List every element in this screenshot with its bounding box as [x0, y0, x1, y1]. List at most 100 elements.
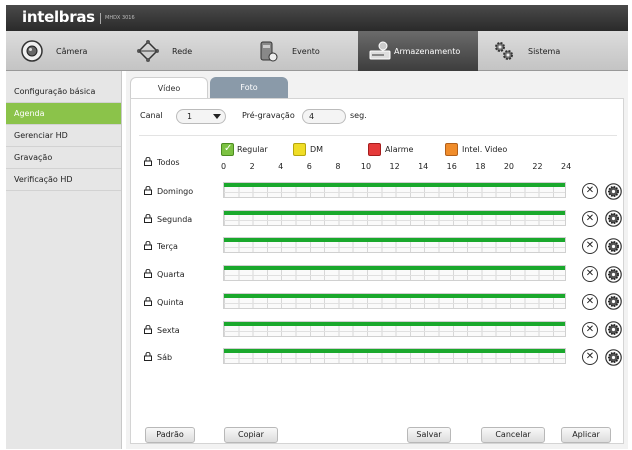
nav-rede[interactable]: Rede — [136, 31, 246, 71]
title-bar: intelbras MHDX 3016 — [6, 5, 628, 31]
nav-armazenamento[interactable]: Armazenamento — [358, 31, 478, 71]
legend-dm-checkbox[interactable] — [293, 143, 306, 156]
hour-tick-label: 2 — [249, 162, 255, 171]
pregravacao-label: Pré-gravação — [242, 111, 295, 120]
clear-icon[interactable]: ✕ — [582, 238, 598, 255]
nav-camera[interactable]: Câmera — [20, 31, 130, 71]
todos-label: Todos — [157, 158, 180, 167]
schedule-panel: Canal 1 Pré-gravação 4 seg. ✓ Regular DM… — [130, 98, 624, 444]
clear-icon[interactable]: ✕ — [582, 210, 598, 227]
sidebar-item-configuracao-basica[interactable]: Configuração básica — [6, 81, 121, 103]
storage-icon — [368, 39, 392, 63]
main-nav: Câmera Rede Evento Armazenamento Sistema — [6, 31, 628, 71]
content-area: Vídeo Foto Canal 1 Pré-gravação 4 seg. ✓… — [126, 71, 628, 449]
nav-sistema[interactable]: Sistema — [492, 31, 592, 71]
timeline-quinta[interactable] — [223, 292, 566, 309]
hour-tick-label: 22 — [532, 162, 543, 171]
gear-icon[interactable] — [605, 238, 622, 255]
nav-evento-label: Evento — [292, 46, 320, 56]
lock-icon — [144, 296, 152, 306]
schedule-bar-regular — [224, 238, 565, 243]
canal-select[interactable]: 1 — [176, 109, 226, 124]
legend-dm-label: DM — [310, 145, 324, 154]
legend-regular-label: Regular — [237, 145, 268, 154]
hour-tick-label: 8 — [335, 162, 341, 171]
timeline-sexta[interactable] — [223, 320, 566, 337]
timeline-midline — [224, 247, 565, 249]
timeline-segunda[interactable] — [223, 209, 566, 226]
hour-tick-label: 16 — [446, 162, 457, 171]
event-icon — [256, 39, 280, 63]
day-label-sexta[interactable]: Sexta — [144, 324, 180, 335]
schedule-bar-regular — [224, 321, 565, 326]
gear-icon[interactable] — [605, 210, 622, 227]
salvar-button[interactable]: Salvar — [407, 427, 451, 443]
hour-tick-label: 24 — [561, 162, 572, 171]
day-label-text: Terça — [157, 242, 178, 252]
copiar-button[interactable]: Copiar — [224, 427, 278, 443]
schedule-bar-regular — [224, 183, 565, 187]
clear-icon[interactable]: ✕ — [582, 266, 598, 283]
day-label-segunda[interactable]: Segunda — [144, 213, 192, 224]
camera-icon — [20, 39, 44, 63]
legend-regular-checkbox[interactable]: ✓ — [221, 143, 234, 156]
sidebar-item-gravacao[interactable]: Gravação — [6, 147, 121, 169]
padrao-button[interactable]: Padrão — [145, 427, 195, 443]
lock-icon — [144, 213, 152, 223]
clear-icon[interactable]: ✕ — [582, 321, 598, 338]
todos-row[interactable]: Todos — [144, 157, 180, 167]
hour-tick-label: 10 — [360, 162, 372, 171]
nav-armazenamento-label: Armazenamento — [394, 46, 461, 56]
cancelar-button[interactable]: Cancelar — [481, 427, 545, 443]
gear-icon[interactable] — [605, 265, 622, 283]
day-label-text: Quinta — [157, 297, 184, 307]
lock-icon — [144, 352, 152, 362]
timeline-sab[interactable] — [223, 348, 566, 365]
aplicar-button[interactable]: Aplicar — [561, 427, 611, 443]
sidebar-item-agenda[interactable]: Agenda — [6, 103, 121, 125]
tab-foto[interactable]: Foto — [210, 77, 288, 99]
clear-icon[interactable]: ✕ — [582, 183, 598, 199]
sidebar-item-gerenciar-hd[interactable]: Gerenciar HD — [6, 125, 121, 147]
legend-intel-video-checkbox[interactable] — [445, 143, 458, 156]
legend-alarme-checkbox[interactable] — [368, 143, 381, 156]
gear-icon[interactable] — [605, 182, 622, 200]
lock-icon — [144, 269, 152, 279]
gear-icon[interactable] — [605, 293, 622, 311]
timeline-midline — [224, 330, 565, 332]
nav-evento[interactable]: Evento — [256, 31, 356, 71]
brand-logo: intelbras — [22, 8, 95, 26]
day-label-terca[interactable]: Terça — [144, 241, 178, 251]
canal-value: 1 — [187, 112, 193, 121]
clear-icon[interactable]: ✕ — [582, 349, 598, 366]
hour-tick-label: 20 — [503, 162, 515, 171]
pregravacao-value: 4 — [309, 112, 315, 121]
device-model: MHDX 3016 — [105, 15, 135, 21]
day-label-quinta[interactable]: Quinta — [144, 296, 184, 307]
sidebar-item-verificacao-hd[interactable]: Verificação HD — [6, 169, 121, 191]
system-gears-icon — [492, 39, 516, 63]
hour-tick-label: 0 — [221, 162, 227, 171]
schedule-bar-regular — [224, 293, 565, 298]
timeline-domingo[interactable] — [223, 182, 566, 198]
timeline-quarta[interactable] — [223, 265, 566, 282]
gear-icon[interactable] — [605, 348, 622, 366]
timeline-midline — [224, 219, 565, 221]
clear-icon[interactable]: ✕ — [582, 293, 598, 310]
pregravacao-input[interactable]: 4 — [302, 109, 346, 124]
nav-rede-label: Rede — [172, 46, 193, 56]
canal-label: Canal — [140, 111, 163, 120]
day-label-quarta[interactable]: Quarta — [144, 269, 185, 279]
lock-icon — [144, 186, 152, 195]
nav-camera-label: Câmera — [56, 46, 88, 56]
checkmark-icon: ✓ — [224, 143, 233, 154]
title-divider — [100, 13, 101, 24]
gear-icon[interactable] — [605, 321, 622, 338]
day-label-sab[interactable]: Sáb — [144, 352, 172, 362]
tab-video[interactable]: Vídeo — [130, 77, 208, 99]
hour-tick-label: 4 — [278, 162, 284, 171]
day-label-domingo[interactable]: Domingo — [144, 186, 193, 196]
divider — [139, 135, 617, 136]
timeline-terca[interactable] — [223, 237, 566, 254]
